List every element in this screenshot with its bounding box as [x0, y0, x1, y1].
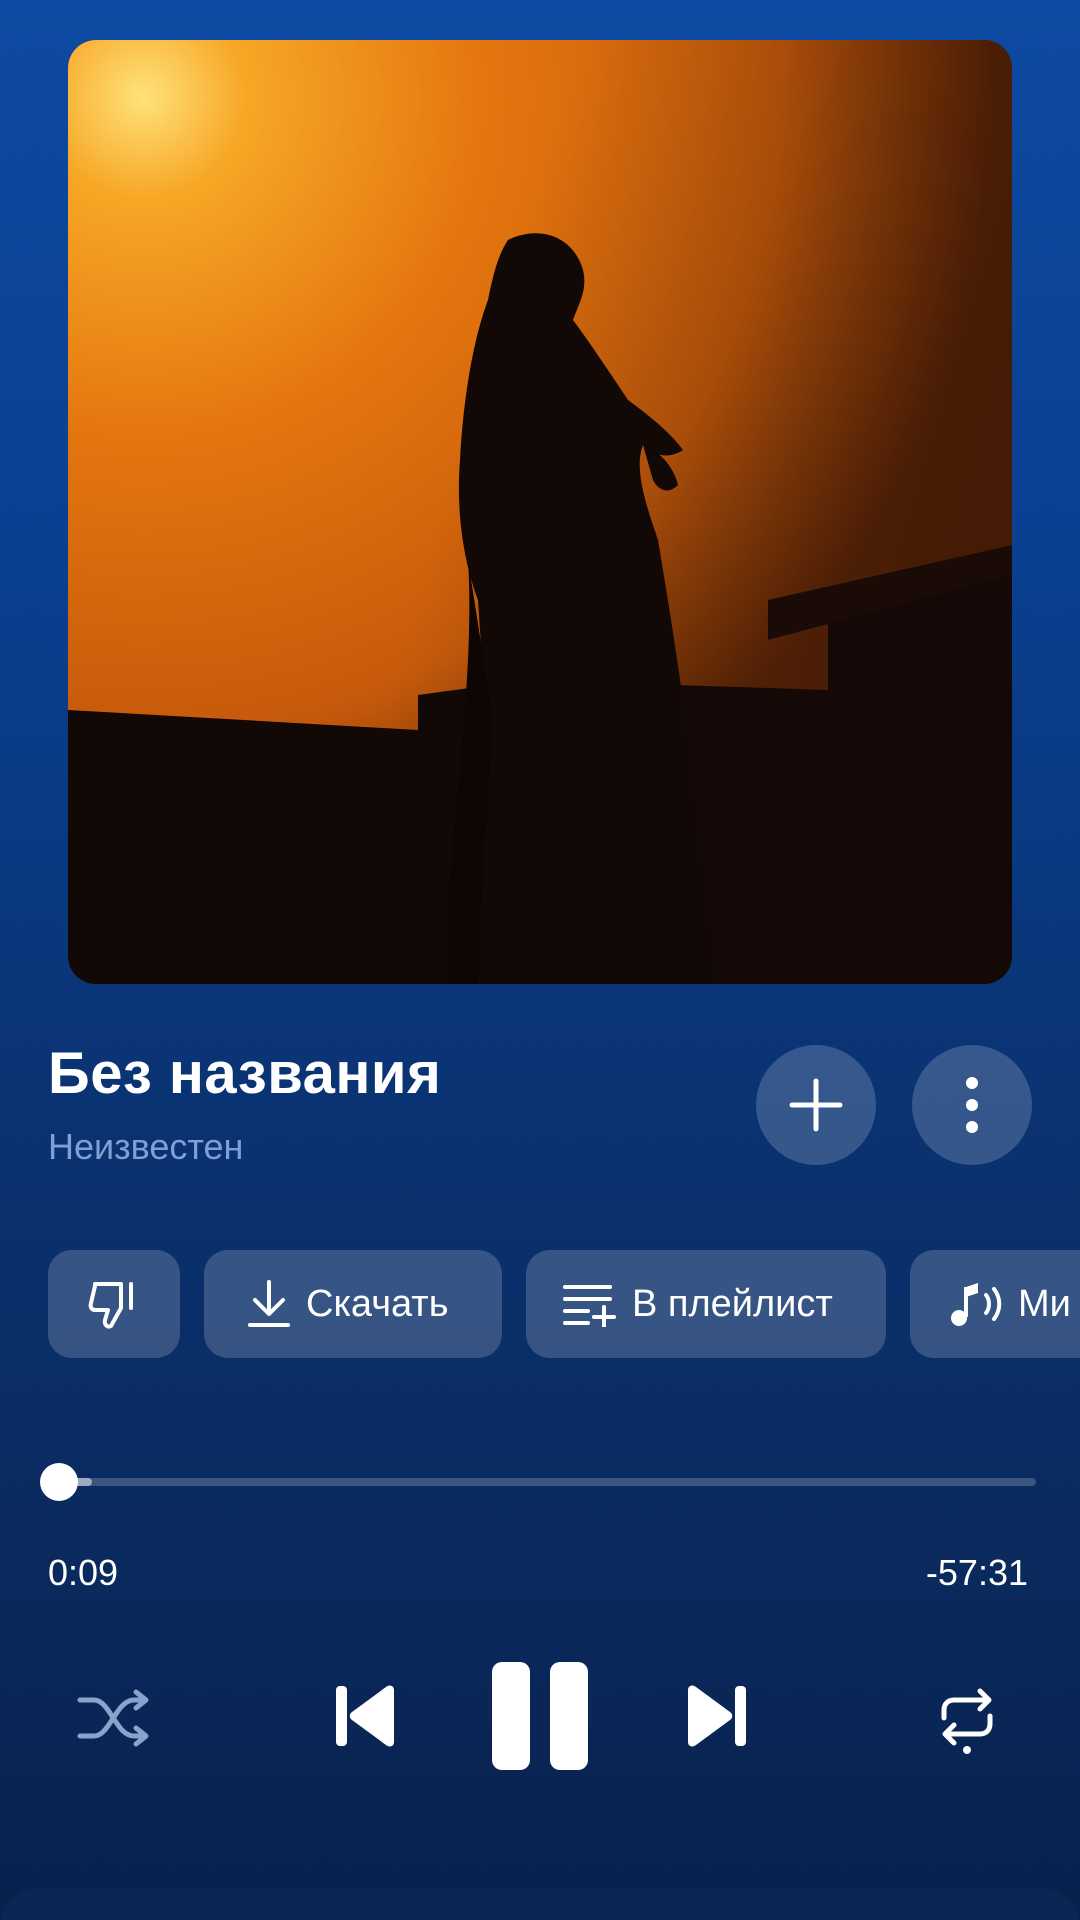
add-to-playlist-button[interactable]: В плейлист	[526, 1250, 886, 1358]
bottom-sheet-handle[interactable]	[0, 1888, 1080, 1920]
progress-thumb[interactable]	[39, 1463, 78, 1501]
pause-icon	[492, 1662, 588, 1770]
dislike-button[interactable]	[48, 1250, 180, 1358]
track-title: Без названия	[48, 1041, 442, 1106]
download-button[interactable]: Скачать	[204, 1250, 502, 1358]
playlist-label: В плейлист	[632, 1282, 833, 1325]
previous-track-button[interactable]	[334, 1682, 398, 1750]
skip-previous-icon	[336, 1685, 394, 1747]
more-vertical-icon	[966, 1077, 978, 1133]
plus-icon	[789, 1078, 843, 1132]
action-chips: Скачать В плейлист Ми	[48, 1250, 1080, 1360]
track-artist[interactable]: Неизвестен	[48, 1126, 243, 1168]
progress-bar[interactable]	[56, 1478, 1036, 1486]
album-cover	[68, 40, 1012, 984]
repeat-button[interactable]	[934, 1686, 1000, 1756]
shuffle-icon	[77, 1689, 149, 1747]
elapsed-time: 0:09	[48, 1552, 119, 1593]
more-options-button[interactable]	[912, 1045, 1032, 1165]
mix-label: Ми	[1018, 1282, 1071, 1325]
repeat-icon	[941, 1688, 993, 1754]
skip-next-icon	[688, 1685, 746, 1747]
add-to-library-button[interactable]	[756, 1045, 876, 1165]
download-icon	[246, 1279, 292, 1329]
download-label: Скачать	[306, 1282, 449, 1325]
thumbs-down-icon	[87, 1276, 141, 1332]
music-wave-icon	[948, 1279, 1004, 1329]
next-track-button[interactable]	[684, 1682, 748, 1750]
playlist-add-icon	[562, 1281, 618, 1327]
shuffle-button[interactable]	[76, 1688, 152, 1748]
mix-button[interactable]: Ми	[910, 1250, 1080, 1358]
pause-button[interactable]	[490, 1660, 590, 1772]
remaining-time: -57:31	[925, 1552, 1028, 1593]
